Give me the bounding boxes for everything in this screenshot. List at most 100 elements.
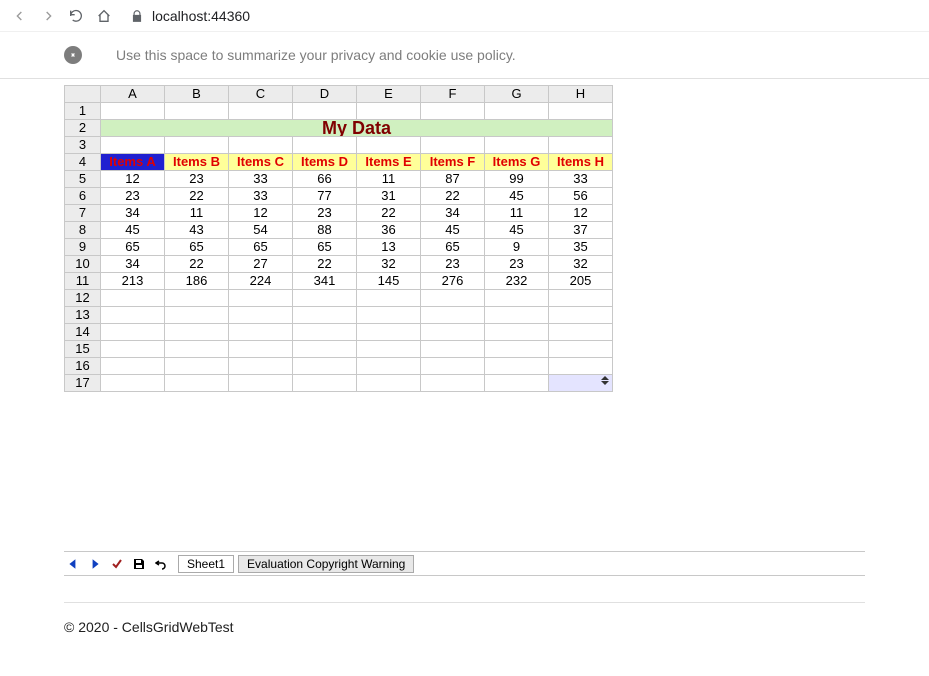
empty-cell[interactable] (293, 358, 357, 375)
empty-cell[interactable] (293, 341, 357, 358)
total-cell[interactable]: 205 (549, 273, 613, 290)
empty-cell[interactable] (165, 137, 229, 154)
data-cell[interactable]: 65 (165, 239, 229, 256)
empty-cell[interactable] (421, 137, 485, 154)
empty-cell[interactable] (293, 375, 357, 392)
column-header[interactable]: F (421, 86, 485, 103)
forward-button[interactable] (36, 4, 60, 28)
row-header[interactable]: 17 (65, 375, 101, 392)
data-cell[interactable]: 66 (293, 171, 357, 188)
empty-cell[interactable] (357, 358, 421, 375)
save-button[interactable] (130, 555, 148, 573)
data-cell[interactable]: 34 (101, 205, 165, 222)
empty-cell[interactable] (293, 324, 357, 341)
data-cell[interactable]: 65 (229, 239, 293, 256)
empty-cell[interactable] (549, 341, 613, 358)
empty-cell[interactable] (101, 290, 165, 307)
total-cell[interactable]: 232 (485, 273, 549, 290)
column-label[interactable]: Items G (485, 154, 549, 171)
row-header[interactable]: 10 (65, 256, 101, 273)
sheet-tab[interactable]: Sheet1 (178, 555, 234, 573)
column-header[interactable]: B (165, 86, 229, 103)
data-cell[interactable]: 45 (485, 222, 549, 239)
data-cell[interactable]: 22 (165, 256, 229, 273)
empty-cell[interactable] (101, 103, 165, 120)
empty-cell[interactable] (357, 290, 421, 307)
corner-cell[interactable] (65, 86, 101, 103)
total-cell[interactable]: 213 (101, 273, 165, 290)
home-button[interactable] (92, 4, 116, 28)
column-label[interactable]: Items C (229, 154, 293, 171)
data-cell[interactable]: 35 (549, 239, 613, 256)
total-cell[interactable]: 341 (293, 273, 357, 290)
empty-cell[interactable] (165, 290, 229, 307)
empty-cell[interactable] (101, 324, 165, 341)
data-cell[interactable]: 77 (293, 188, 357, 205)
empty-cell[interactable] (421, 307, 485, 324)
row-header[interactable]: 2 (65, 120, 101, 137)
row-header[interactable]: 9 (65, 239, 101, 256)
column-label[interactable]: Items H (549, 154, 613, 171)
data-cell[interactable]: 22 (357, 205, 421, 222)
empty-cell[interactable] (101, 375, 165, 392)
data-cell[interactable]: 99 (485, 171, 549, 188)
empty-cell[interactable] (357, 137, 421, 154)
reload-button[interactable] (64, 4, 88, 28)
sheet-title[interactable]: My Data (101, 120, 613, 137)
data-cell[interactable]: 22 (293, 256, 357, 273)
data-cell[interactable]: 32 (357, 256, 421, 273)
empty-cell[interactable] (101, 341, 165, 358)
empty-cell[interactable] (549, 137, 613, 154)
empty-cell[interactable] (421, 358, 485, 375)
empty-cell[interactable] (165, 375, 229, 392)
column-header[interactable]: D (293, 86, 357, 103)
row-header[interactable]: 16 (65, 358, 101, 375)
total-cell[interactable]: 186 (165, 273, 229, 290)
column-label[interactable]: Items F (421, 154, 485, 171)
data-cell[interactable]: 65 (421, 239, 485, 256)
data-cell[interactable]: 11 (485, 205, 549, 222)
empty-cell[interactable] (549, 103, 613, 120)
data-cell[interactable]: 9 (485, 239, 549, 256)
data-cell[interactable]: 33 (229, 188, 293, 205)
data-cell[interactable]: 45 (485, 188, 549, 205)
empty-cell[interactable] (357, 307, 421, 324)
row-header[interactable]: 6 (65, 188, 101, 205)
next-sheet-button[interactable] (86, 555, 104, 573)
empty-cell[interactable] (229, 324, 293, 341)
empty-cell[interactable] (101, 358, 165, 375)
empty-cell[interactable] (165, 307, 229, 324)
back-button[interactable] (8, 4, 32, 28)
empty-cell[interactable] (357, 375, 421, 392)
row-header[interactable]: 5 (65, 171, 101, 188)
data-cell[interactable]: 54 (229, 222, 293, 239)
empty-cell[interactable] (101, 137, 165, 154)
total-cell[interactable]: 145 (357, 273, 421, 290)
data-cell[interactable]: 12 (229, 205, 293, 222)
empty-cell[interactable] (357, 324, 421, 341)
empty-cell[interactable] (293, 307, 357, 324)
data-cell[interactable]: 65 (293, 239, 357, 256)
data-cell[interactable]: 87 (421, 171, 485, 188)
data-cell[interactable]: 22 (421, 188, 485, 205)
data-cell[interactable]: 23 (293, 205, 357, 222)
empty-cell[interactable] (357, 103, 421, 120)
total-cell[interactable]: 224 (229, 273, 293, 290)
column-header[interactable]: A (101, 86, 165, 103)
empty-cell[interactable] (549, 290, 613, 307)
data-cell[interactable]: 36 (357, 222, 421, 239)
empty-cell[interactable] (421, 324, 485, 341)
empty-cell[interactable] (485, 358, 549, 375)
empty-cell[interactable] (485, 375, 549, 392)
evaluation-warning-tab[interactable]: Evaluation Copyright Warning (238, 555, 414, 573)
column-header[interactable]: H (549, 86, 613, 103)
data-cell[interactable]: 23 (485, 256, 549, 273)
data-cell[interactable]: 23 (101, 188, 165, 205)
empty-cell[interactable] (165, 341, 229, 358)
empty-cell[interactable] (485, 290, 549, 307)
data-cell[interactable]: 33 (549, 171, 613, 188)
data-cell[interactable]: 33 (229, 171, 293, 188)
empty-cell[interactable] (165, 324, 229, 341)
data-cell[interactable]: 23 (421, 256, 485, 273)
data-cell[interactable]: 34 (421, 205, 485, 222)
